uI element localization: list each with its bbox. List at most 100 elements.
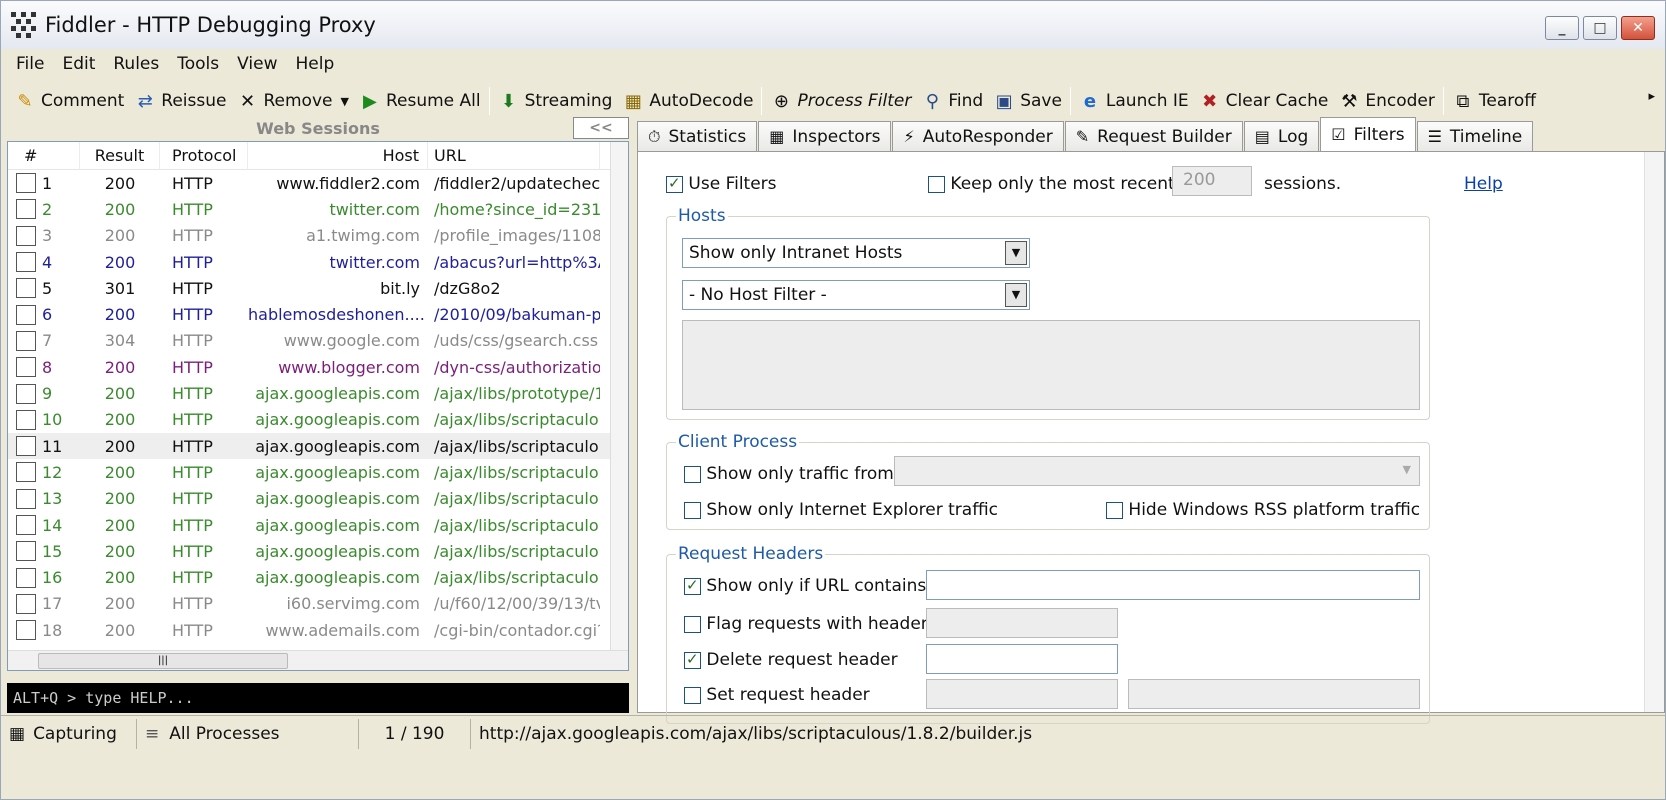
clear-cache-button[interactable]: ✖ Clear Cache [1194, 85, 1334, 117]
sessions-horizontal-scrollbar[interactable]: ||| [8, 650, 628, 670]
maximize-button[interactable]: □ [1583, 16, 1617, 40]
flag-header-input[interactable] [926, 608, 1118, 638]
encoder-button[interactable]: ⚒ Encoder [1333, 85, 1440, 117]
url-contains-input[interactable] [926, 570, 1420, 600]
tab-request-builder[interactable]: ✎ Request Builder [1064, 121, 1243, 151]
table-row[interactable]: 1 200 HTTP www.fiddler2.com/fiddler2/update… [8, 170, 628, 196]
delete-header-input[interactable] [926, 644, 1118, 674]
url-contains-option[interactable]: Show only if URL contains [684, 576, 926, 596]
table-row[interactable]: 14 200 HTTP ajax.googleapis.com/ajax/libs/s… [8, 512, 628, 538]
toolbar-overflow-chevron-icon[interactable]: ▸ [1648, 89, 1655, 104]
table-row[interactable]: 11 200 HTTP ajax.googleapis.com/ajax/libs/s… [8, 432, 628, 460]
minimize-button[interactable]: _ [1545, 16, 1579, 40]
autodecode-button[interactable]: ▦ AutoDecode [617, 85, 758, 117]
session-url-text: /abacus?url=http%3A [434, 252, 600, 272]
tab-log[interactable]: ▤ Log [1243, 121, 1320, 151]
tab-timeline[interactable]: ☰ Timeline [1416, 121, 1534, 151]
show-traffic-from-option[interactable]: Show only traffic from [684, 464, 894, 484]
flag-header-checkbox[interactable] [684, 615, 701, 633]
resume-all-button[interactable]: ▶ Resume All [354, 85, 486, 117]
host-list-textarea[interactable] [682, 320, 1420, 410]
show-ie-only-option[interactable]: Show only Internet Explorer traffic [684, 500, 998, 520]
table-row[interactable]: 10 200 HTTP ajax.googleapis.com/ajax/libs/s… [8, 407, 628, 433]
url-contains-checkbox[interactable] [684, 576, 701, 595]
process-filter-indicator[interactable]: ≡ All Processes [137, 718, 359, 749]
table-row[interactable]: 18 200 HTTP www.ademails.com/cgi-bin/contad… [8, 617, 628, 643]
flag-header-option[interactable]: Flag requests with header [684, 614, 928, 634]
hide-rss-option[interactable]: Hide Windows RSS platform traffic [1106, 500, 1420, 520]
reissue-button[interactable]: ⇄ Reissue [129, 85, 231, 117]
menu-rules[interactable]: Rules [104, 54, 168, 74]
find-button[interactable]: ⚲ Find [916, 85, 988, 117]
table-row[interactable]: 8 200 HTTP www.blogger.com/dyn-css/authoriz… [8, 354, 628, 380]
use-filters-option[interactable]: Use Filters [666, 174, 777, 194]
column-header-result[interactable]: Result [80, 142, 160, 170]
tab-label: Request Builder [1097, 126, 1232, 147]
hide-rss-checkbox[interactable] [1106, 501, 1123, 519]
collapse-sessions-button[interactable]: << [573, 117, 629, 139]
save-button[interactable]: ▣ Save [988, 85, 1067, 117]
session-host: bit.ly [248, 279, 428, 298]
table-row[interactable]: 12 200 HTTP ajax.googleapis.com/ajax/libs/s… [8, 459, 628, 485]
session-number: 12 [8, 462, 80, 483]
comment-button[interactable]: ✎ Comment [9, 85, 129, 117]
menu-file[interactable]: File [7, 54, 53, 74]
keep-recent-spinner[interactable]: 200 [1172, 166, 1252, 196]
use-filters-checkbox[interactable] [666, 174, 683, 193]
column-header-url[interactable]: URL [428, 142, 600, 170]
session-url-text: /home?since_id=2313 [434, 199, 600, 219]
filters-vertical-scrollbar[interactable] [1644, 152, 1664, 712]
session-result-text: 200 [104, 462, 136, 482]
tab-autoresponder[interactable]: ⚡ AutoResponder [892, 121, 1064, 151]
column-header-protocol[interactable]: Protocol [160, 142, 248, 170]
set-header-name-input[interactable] [926, 679, 1118, 709]
tearoff-button[interactable]: ⧉ Tearoff [1447, 85, 1541, 117]
tab-filters[interactable]: ☑ Filters [1320, 117, 1416, 151]
remove-button[interactable]: ✕ Remove ▼ [231, 85, 353, 117]
set-header-option[interactable]: Set request header [684, 685, 870, 705]
quickexec-box[interactable]: ALT+Q > type HELP... [7, 683, 629, 713]
streaming-button[interactable]: ⬇ Streaming [493, 85, 618, 117]
process-filter-button[interactable]: ⊕ Process Filter [765, 85, 916, 117]
host-zone-select[interactable]: Show only Intranet Hosts ▼ [682, 238, 1030, 268]
table-row[interactable]: 5 301 HTTP bit.ly/dzG8o2 [8, 275, 628, 301]
host-filter-select[interactable]: - No Host Filter - ▼ [682, 280, 1030, 310]
set-header-checkbox[interactable] [684, 686, 701, 704]
table-row[interactable]: 4 200 HTTP twitter.com/abacus?url=http%3A [8, 249, 628, 275]
selected-url: http://ajax.googleapis.com/ajax/libs/scr… [479, 723, 1033, 744]
sessions-vertical-scrollbar[interactable] [610, 142, 628, 670]
keep-recent-option[interactable]: Keep only the most recent [928, 174, 1175, 194]
launch-ie-button[interactable]: e Launch IE [1074, 85, 1194, 117]
table-row[interactable]: 13 200 HTTP ajax.googleapis.com/ajax/libs/s… [8, 486, 628, 512]
session-result: 200 [80, 174, 160, 193]
table-row[interactable]: 3 200 HTTP a1.twimg.com/profile_images/1108… [8, 223, 628, 249]
show-ie-only-checkbox[interactable] [684, 501, 701, 519]
delete-header-checkbox[interactable] [684, 650, 701, 669]
table-row[interactable]: 6 200 HTTP hablemosdeshonen.... /2010/09/bak… [8, 301, 628, 327]
table-row[interactable]: 9 200 HTTP ajax.googleapis.com/ajax/libs/pr… [8, 380, 628, 406]
menu-tools[interactable]: Tools [168, 54, 228, 74]
table-row[interactable]: 17 200 HTTP i60.servimg.com/u/f60/12/00/39/… [8, 591, 628, 617]
delete-header-option[interactable]: Delete request header [684, 650, 898, 670]
capturing-indicator[interactable]: ▦ Capturing [1, 718, 137, 749]
table-row[interactable]: 2 200 HTTP twitter.com/home?since_id=2313 [8, 196, 628, 222]
menu-edit[interactable]: Edit [53, 54, 104, 74]
tab-statistics[interactable]: ⏱ Statistics [637, 121, 758, 151]
session-result: 301 [80, 279, 160, 298]
close-button[interactable]: ✕ [1621, 16, 1655, 40]
menu-view[interactable]: View [228, 54, 286, 74]
table-row[interactable]: 7 304 HTTP www.google.com/uds/css/gsearch.c… [8, 328, 628, 354]
session-host: ajax.googleapis.com [248, 489, 428, 508]
tab-inspectors[interactable]: ▦ Inspectors [758, 121, 892, 151]
help-link[interactable]: Help [1464, 174, 1503, 194]
menu-help[interactable]: Help [286, 54, 343, 74]
column-header-number[interactable]: # [8, 142, 80, 170]
set-header-value-input[interactable] [1128, 679, 1420, 709]
process-select[interactable]: ▼ [894, 456, 1420, 486]
column-header-host[interactable]: Host [248, 142, 428, 170]
keep-recent-checkbox[interactable] [928, 175, 945, 193]
table-row[interactable]: 16 200 HTTP ajax.googleapis.com/ajax/libs/s… [8, 564, 628, 590]
show-traffic-from-checkbox[interactable] [684, 465, 701, 483]
table-row[interactable]: 15 200 HTTP ajax.googleapis.com/ajax/libs/s… [8, 538, 628, 564]
horizontal-scroll-thumb[interactable]: ||| [38, 653, 288, 669]
